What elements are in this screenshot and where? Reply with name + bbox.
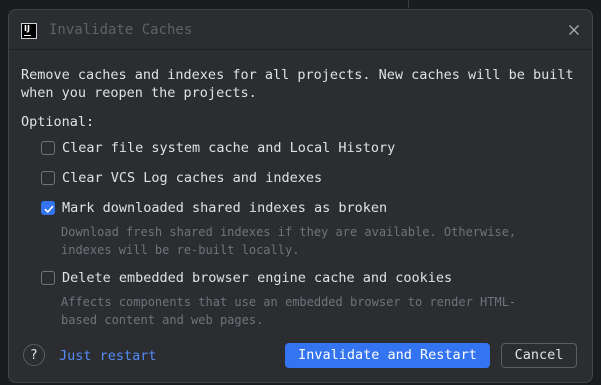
cancel-button[interactable]: Cancel [501, 343, 577, 368]
option-clear-vcs-log-caches[interactable]: Clear VCS Log caches and indexes [41, 169, 322, 187]
help-icon[interactable]: ? [23, 344, 45, 366]
option-mark-shared-indexes-broken[interactable]: Mark downloaded shared indexes as broken [41, 199, 387, 217]
dialog-titlebar: IJ Invalidate Caches [9, 10, 592, 50]
dialog-content: Remove caches and indexes for all projec… [21, 66, 581, 327]
option-label: Delete embedded browser engine cache and… [62, 270, 453, 286]
dialog-description: Remove caches and indexes for all projec… [21, 67, 574, 101]
option-label: Mark downloaded shared indexes as broken [62, 200, 388, 216]
option-hint: Download fresh shared indexes if they ar… [61, 225, 517, 257]
just-restart-link[interactable]: Just restart [59, 347, 157, 365]
background-divider [408, 0, 409, 8]
option-hint: Affects components that use an embedded … [61, 295, 517, 327]
check-icon [44, 205, 54, 214]
option-label: Clear VCS Log caches and indexes [62, 170, 323, 186]
option-clear-file-system-cache[interactable]: Clear file system cache and Local Histor… [41, 139, 395, 157]
optional-label: Optional: [21, 114, 95, 130]
intellij-app-icon: IJ [21, 23, 37, 39]
close-icon[interactable] [566, 22, 582, 38]
invalidate-and-restart-button[interactable]: Invalidate and Restart [285, 343, 490, 368]
checkbox[interactable] [41, 271, 55, 285]
dialog-title: Invalidate Caches [49, 22, 193, 38]
option-delete-browser-cache[interactable]: Delete embedded browser engine cache and… [41, 269, 452, 287]
checkbox[interactable] [41, 141, 55, 155]
invalidate-caches-dialog: IJ Invalidate Caches Remove caches and i… [8, 9, 593, 383]
option-label: Clear file system cache and Local Histor… [62, 140, 396, 156]
checkbox[interactable] [41, 171, 55, 185]
checkbox-checked[interactable] [41, 201, 55, 215]
